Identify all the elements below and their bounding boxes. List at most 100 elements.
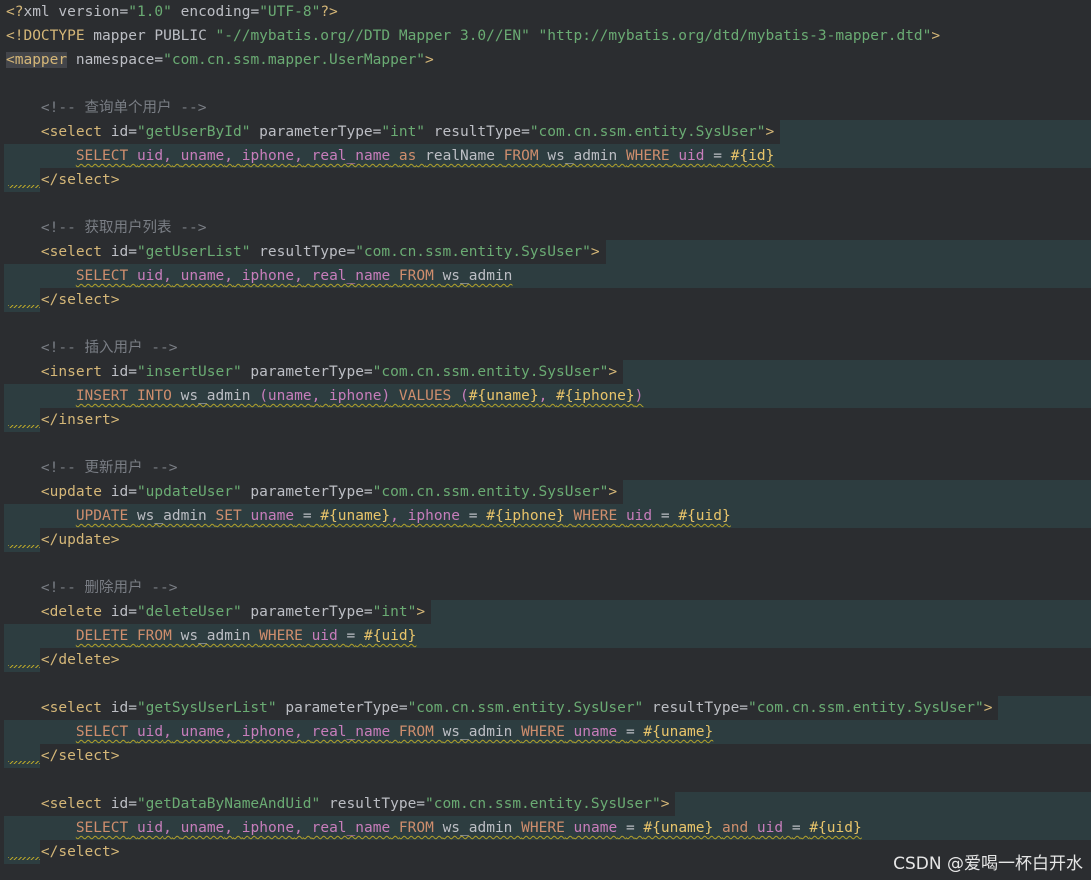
- code-token: "deleteUser": [136, 604, 242, 620]
- mapper-open-line: <mapper namespace="com.cn.ssm.mapper.Use…: [6, 48, 434, 72]
- code-token: "1.0": [128, 4, 172, 20]
- line-highlight: [623, 480, 1091, 504]
- code-token: parameterType=: [276, 700, 408, 716]
- code-token: <select: [40, 244, 103, 260]
- sql-text: SELECT uid, uname, iphone, real_name FRO…: [75, 268, 513, 284]
- sql-text: SELECT uid, uname, iphone, real_name as …: [75, 148, 775, 164]
- statement-close-tag: </select>: [41, 288, 120, 312]
- code-token: >: [608, 364, 618, 380]
- close-tag-text: </select>: [40, 748, 120, 764]
- xml-comment: <!-- 获取用户列表 -->: [41, 216, 207, 240]
- code-editor[interactable]: <?xml version="1.0" encoding="UTF-8"?> <!…: [0, 0, 1091, 880]
- code-token: "http://mybatis.org/dtd/mybatis-3-mapper…: [538, 28, 932, 44]
- statement-close-tag: </insert>: [41, 408, 120, 432]
- code-token: >: [931, 28, 941, 44]
- statement-open-tag: <select id="getUserList" resultType="com…: [41, 240, 600, 264]
- code-token: encoding=: [171, 4, 260, 20]
- doctype-line: <!DOCTYPE mapper PUBLIC "-//mybatis.org/…: [6, 24, 940, 48]
- statement-open-tag: <select id="getUserById" parameterType="…: [41, 120, 774, 144]
- code-token: >: [425, 52, 434, 68]
- code-token: id=: [102, 484, 137, 500]
- statement-open-tag: <select id="getSysUserList" parameterTyp…: [41, 696, 993, 720]
- line-highlight: [675, 792, 1091, 816]
- comment-text: <!-- 插入用户 -->: [40, 340, 178, 356]
- code-token: "getDataByNameAndUid": [136, 796, 321, 812]
- code-token: "com.cn.ssm.entity.SysUser": [407, 700, 644, 716]
- sql-statement-line: SELECT uid, uname, iphone, real_name FRO…: [76, 816, 862, 840]
- comment-text: <!-- 删除用户 -->: [40, 580, 178, 596]
- sql-statement-line: SELECT uid, uname, iphone, real_name as …: [76, 144, 775, 168]
- code-token: resultType=: [250, 244, 356, 260]
- close-tag-text: </delete>: [40, 652, 120, 668]
- code-token: "getSysUserList": [136, 700, 277, 716]
- code-token: "com.cn.ssm.entity.SysUser": [748, 700, 984, 716]
- statement-close-tag: </delete>: [41, 648, 120, 672]
- sql-text: UPDATE ws_admin SET uname = #{uname}, ip…: [75, 508, 731, 524]
- sql-statement-line: SELECT uid, uname, iphone, real_name FRO…: [76, 264, 513, 288]
- code-token: resultType=: [643, 700, 749, 716]
- comment-text: <!-- 查询单个用户 -->: [40, 100, 207, 116]
- line-highlight: [623, 360, 1091, 384]
- warning-marker: [4, 744, 40, 768]
- line-highlight: [998, 696, 1091, 720]
- code-token: <delete: [40, 604, 103, 620]
- code-token: "com.cn.ssm.mapper.UserMapper": [163, 52, 426, 68]
- code-token: "updateUser": [136, 484, 242, 500]
- code-token: <mapper: [6, 52, 68, 68]
- code-token: <select: [40, 124, 103, 140]
- code-token: >: [765, 124, 775, 140]
- sql-statement-line: DELETE FROM ws_admin WHERE uid = #{uid}: [76, 624, 417, 648]
- code-token: "int": [372, 604, 417, 620]
- comment-text: <!-- 获取用户列表 -->: [40, 220, 207, 236]
- close-tag-text: </select>: [40, 844, 120, 860]
- statement-close-tag: </select>: [41, 840, 120, 864]
- close-tag-text: </select>: [40, 172, 120, 188]
- code-token: id=: [102, 796, 137, 812]
- code-token: "-//mybatis.org//DTD Mapper 3.0//EN": [215, 28, 530, 44]
- code-token: id=: [102, 364, 137, 380]
- code-token: <insert: [40, 364, 103, 380]
- code-token: >: [660, 796, 670, 812]
- sql-statement-line: UPDATE ws_admin SET uname = #{uname}, ip…: [76, 504, 731, 528]
- code-token: xml version=: [23, 4, 129, 20]
- code-token: "getUserById": [136, 124, 251, 140]
- line-highlight: [780, 120, 1091, 144]
- sql-statement-line: INSERT INTO ws_admin (uname, iphone) VAL…: [76, 384, 644, 408]
- code-token: resultType=: [320, 796, 426, 812]
- code-token: parameterType=: [241, 604, 373, 620]
- xml-comment: <!-- 删除用户 -->: [41, 576, 178, 600]
- statement-close-tag: </select>: [41, 168, 120, 192]
- statement-close-tag: </update>: [41, 528, 120, 552]
- code-token: >: [983, 700, 993, 716]
- close-tag-text: </insert>: [40, 412, 120, 428]
- code-token: "int": [381, 124, 426, 140]
- warning-marker: [4, 840, 40, 864]
- code-token: namespace=: [67, 52, 164, 68]
- code-token: id=: [102, 124, 137, 140]
- comment-text: <!-- 更新用户 -->: [40, 460, 178, 476]
- code-token: "insertUser": [136, 364, 242, 380]
- sql-text: SELECT uid, uname, iphone, real_name FRO…: [75, 724, 714, 740]
- code-token: "getUserList": [136, 244, 251, 260]
- statement-open-tag: <insert id="insertUser" parameterType="c…: [41, 360, 617, 384]
- code-token: parameterType=: [250, 124, 382, 140]
- code-token: id=: [102, 244, 137, 260]
- xml-declaration-line: <?xml version="1.0" encoding="UTF-8"?>: [6, 0, 338, 24]
- code-token: parameterType=: [241, 364, 373, 380]
- statement-close-tag: </select>: [41, 744, 120, 768]
- code-token: id=: [102, 604, 137, 620]
- code-token: ?>: [320, 4, 338, 20]
- code-token: parameterType=: [241, 484, 373, 500]
- code-token: <!DOCTYPE: [6, 28, 85, 44]
- code-token: "com.cn.ssm.entity.SysUser": [372, 364, 609, 380]
- xml-comment: <!-- 插入用户 -->: [41, 336, 178, 360]
- code-token: "com.cn.ssm.entity.SysUser": [372, 484, 609, 500]
- sql-text: SELECT uid, uname, iphone, real_name FRO…: [75, 820, 862, 836]
- warning-marker: [4, 168, 40, 192]
- code-token: <select: [40, 796, 103, 812]
- code-token: resultType=: [425, 124, 530, 140]
- csdn-watermark: CSDN @爱喝一杯白开水: [893, 854, 1083, 874]
- code-token: >: [590, 244, 600, 260]
- code-token: mapper PUBLIC: [84, 28, 216, 44]
